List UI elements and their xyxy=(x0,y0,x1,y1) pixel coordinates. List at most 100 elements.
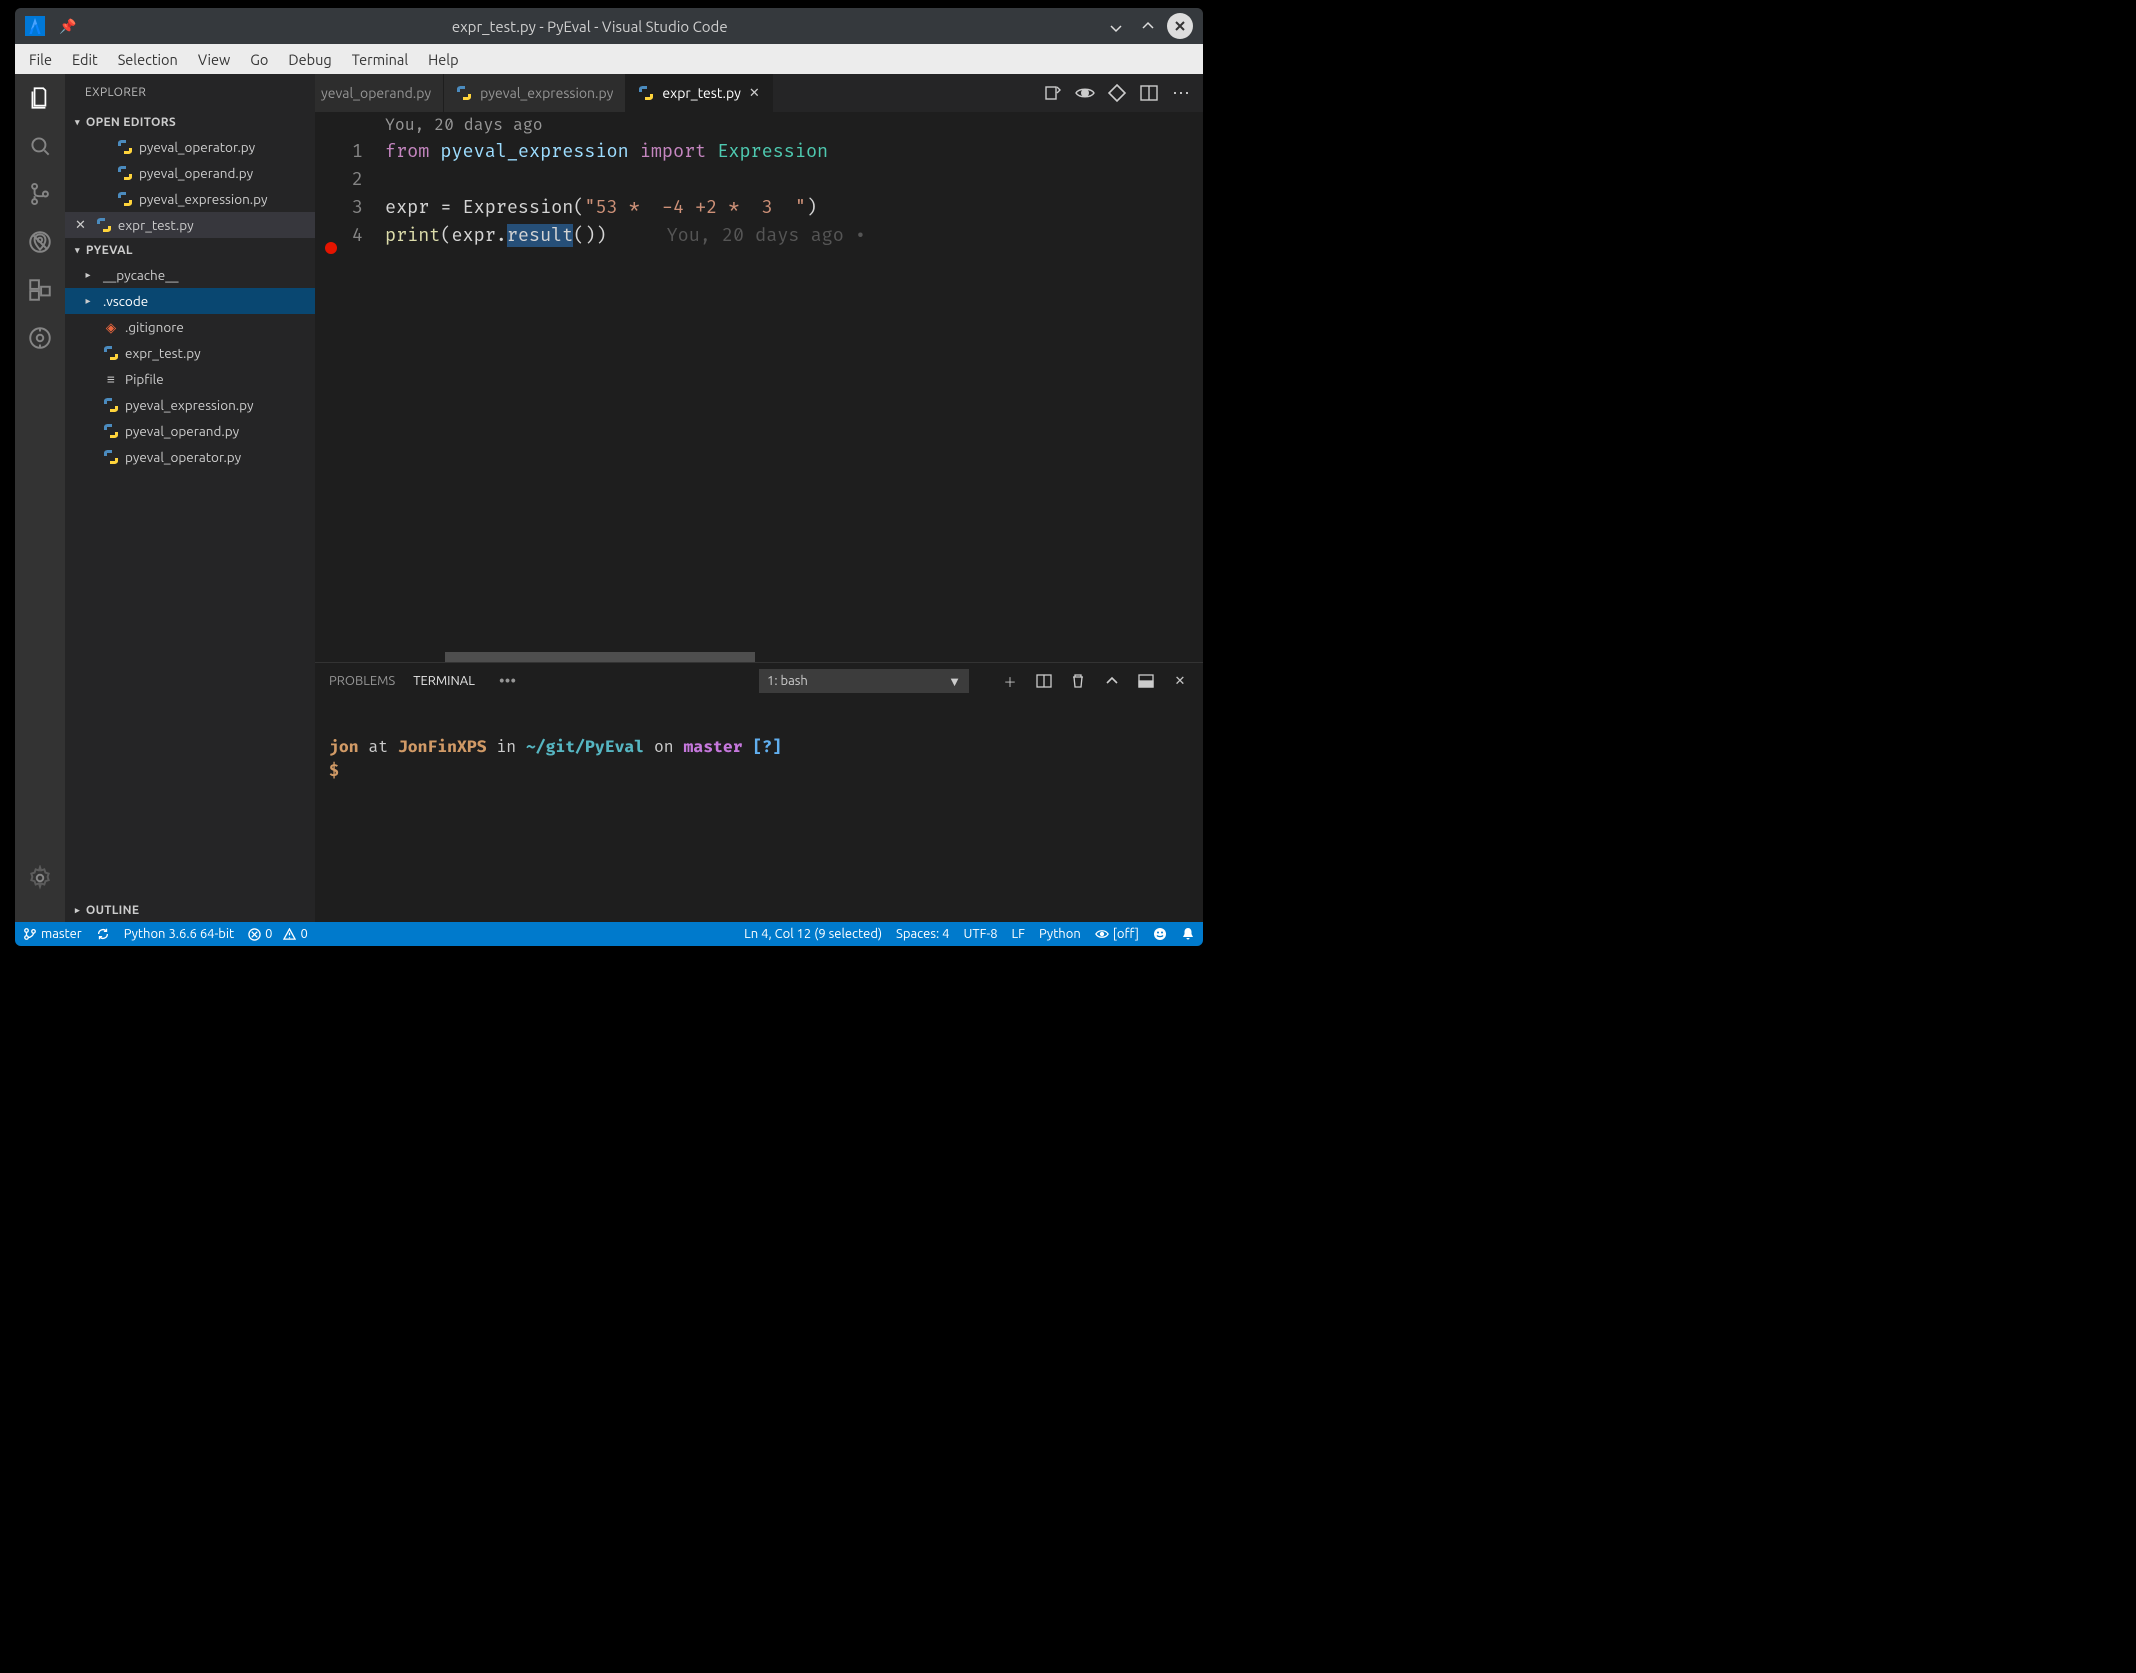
activity-bar xyxy=(15,74,65,922)
python-file-icon xyxy=(103,423,119,439)
outline-header[interactable]: ▸OUTLINE xyxy=(65,898,315,922)
tree-item-label: .vscode xyxy=(103,293,148,309)
open-editor-item[interactable]: pyeval_operand.py xyxy=(65,160,315,186)
open-editors-header[interactable]: ▾OPEN EDITORS xyxy=(65,110,315,134)
status-sync-icon[interactable] xyxy=(96,927,110,941)
minimap[interactable] xyxy=(1153,112,1203,662)
outline-label: OUTLINE xyxy=(86,904,139,917)
open-editor-item[interactable]: pyeval_operator.py xyxy=(65,134,315,160)
tree-folder-selected[interactable]: ▸.vscode xyxy=(65,288,315,314)
tree-item-label: Pipfile xyxy=(125,371,164,387)
more-actions-icon[interactable]: ⋯ xyxy=(1171,83,1191,103)
menu-view[interactable]: View xyxy=(188,51,240,68)
status-language[interactable]: Python xyxy=(1039,927,1081,941)
vscode-app-icon xyxy=(25,16,45,36)
terminal-prompt[interactable]: $ xyxy=(329,759,1189,783)
tab-actions: ⋯ xyxy=(1031,74,1203,112)
menu-help[interactable]: Help xyxy=(418,51,468,68)
search-icon[interactable] xyxy=(26,132,54,160)
tree-file[interactable]: pyeval_expression.py xyxy=(65,392,315,418)
tree-item-label: __pycache__ xyxy=(103,267,178,283)
tree-file[interactable]: ◈.gitignore xyxy=(65,314,315,340)
kill-terminal-icon[interactable] xyxy=(1069,672,1087,690)
status-python[interactable]: Python 3.6.6 64-bit xyxy=(124,927,234,941)
close-button[interactable] xyxy=(1167,13,1193,39)
sidebar-title: EXPLORER xyxy=(65,74,315,110)
editor-tab[interactable]: yeval_operand.py xyxy=(315,74,444,112)
gitlens-icon[interactable] xyxy=(26,324,54,352)
toggle-blame-icon[interactable] xyxy=(1075,83,1095,103)
compare-changes-icon[interactable] xyxy=(1043,83,1063,103)
line-number: 4 xyxy=(315,222,363,250)
tab-close-icon[interactable]: ✕ xyxy=(749,86,760,101)
terminal-selector-label: 1: bash xyxy=(767,674,808,688)
status-spaces[interactable]: Spaces: 4 xyxy=(896,927,949,941)
code-line[interactable]: from pyeval_expression import Expression xyxy=(385,138,1203,166)
tree-file[interactable]: pyeval_operator.py xyxy=(65,444,315,470)
open-editor-item[interactable]: pyeval_expression.py xyxy=(65,186,315,212)
open-editor-item-active[interactable]: ✕expr_test.py xyxy=(65,212,315,238)
explorer-icon[interactable] xyxy=(26,84,54,112)
tab-label: expr_test.py xyxy=(662,85,740,101)
tree-folder[interactable]: ▸__pycache__ xyxy=(65,262,315,288)
panel-tab-problems[interactable]: PROBLEMS xyxy=(329,674,395,688)
codelens-blame[interactable]: You, 20 days ago xyxy=(385,112,1203,138)
status-bell-icon[interactable] xyxy=(1181,927,1195,941)
new-terminal-icon[interactable]: ＋ xyxy=(1001,672,1019,690)
maximize-button[interactable] xyxy=(1135,13,1161,39)
extensions-icon[interactable] xyxy=(26,276,54,304)
menu-terminal[interactable]: Terminal xyxy=(342,51,418,68)
status-cursor[interactable]: Ln 4, Col 12 (9 selected) xyxy=(744,927,882,941)
status-encoding[interactable]: UTF-8 xyxy=(963,927,997,941)
status-problems[interactable]: 0 0 xyxy=(248,927,308,941)
line-number: 1 xyxy=(315,138,363,166)
status-feedback-icon[interactable] xyxy=(1153,927,1167,941)
terminal[interactable]: jon at JonFinXPS in ~/git/PyEval on mast… xyxy=(315,699,1203,922)
panel-tab-terminal[interactable]: TERMINAL xyxy=(413,674,475,688)
close-panel-icon[interactable]: ✕ xyxy=(1171,672,1189,690)
panel-overflow-icon[interactable]: ••• xyxy=(499,672,516,690)
menu-debug[interactable]: Debug xyxy=(278,51,341,68)
tree-item-label: expr_test.py xyxy=(125,345,201,361)
panel-up-icon[interactable] xyxy=(1103,672,1121,690)
debug-icon[interactable] xyxy=(26,228,54,256)
open-editor-label: pyeval_operator.py xyxy=(139,139,255,155)
editor-tab[interactable]: pyeval_expression.py xyxy=(444,74,626,112)
breakpoint-icon[interactable] xyxy=(325,242,337,254)
pin-icon[interactable]: 📌 xyxy=(59,18,76,35)
menu-go[interactable]: Go xyxy=(240,51,278,68)
tree-item-label: pyeval_expression.py xyxy=(125,397,254,413)
code-content[interactable]: You, 20 days ago from pyeval_expression … xyxy=(385,112,1203,662)
python-file-icon xyxy=(96,217,112,233)
open-editor-label: pyeval_operand.py xyxy=(139,165,253,181)
menu-edit[interactable]: Edit xyxy=(62,51,108,68)
project-header[interactable]: ▾PYEVAL xyxy=(65,238,315,262)
python-file-icon xyxy=(103,449,119,465)
menu-selection[interactable]: Selection xyxy=(108,51,188,68)
status-branch[interactable]: master xyxy=(23,927,82,941)
status-eol[interactable]: LF xyxy=(1012,927,1025,941)
minimize-button[interactable] xyxy=(1103,13,1129,39)
git-file-icon: ◈ xyxy=(103,319,119,335)
split-editor-icon[interactable] xyxy=(1139,83,1159,103)
close-editor-icon[interactable]: ✕ xyxy=(75,218,86,233)
tree-file[interactable]: pyeval_operand.py xyxy=(65,418,315,444)
terminal-selector[interactable]: 1: bash▼ xyxy=(759,669,969,693)
settings-gear-icon[interactable] xyxy=(26,864,54,892)
editor-tab-active[interactable]: expr_test.py ✕ xyxy=(626,74,772,112)
tree-file[interactable]: expr_test.py xyxy=(65,340,315,366)
split-terminal-icon[interactable] xyxy=(1035,672,1053,690)
maximize-panel-icon[interactable] xyxy=(1137,672,1155,690)
menu-file[interactable]: File xyxy=(19,51,62,68)
source-control-icon[interactable] xyxy=(26,180,54,208)
code-line[interactable]: print(expr.result())You, 20 days ago • xyxy=(385,222,1203,250)
code-line[interactable]: expr = Expression("53 * -4 +2 * 3 ") xyxy=(385,194,1203,222)
workbench: EXPLORER ▾OPEN EDITORS pyeval_operator.p… xyxy=(15,74,1203,922)
open-changes-icon[interactable] xyxy=(1107,83,1127,103)
code-line[interactable] xyxy=(385,166,1203,194)
code-editor[interactable]: 1 2 3 4 You, 20 days ago from pyeval_exp… xyxy=(315,112,1203,662)
status-errors: 0 xyxy=(265,927,272,941)
tree-file[interactable]: ≡Pipfile xyxy=(65,366,315,392)
horizontal-scrollbar-thumb[interactable] xyxy=(445,652,755,662)
status-liveshare[interactable]: [off] xyxy=(1095,927,1139,941)
